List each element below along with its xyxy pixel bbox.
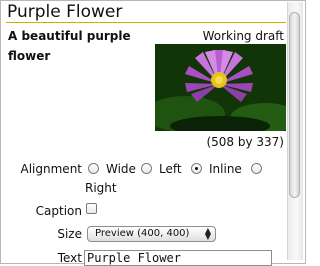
flower-photo[interactable] <box>155 44 286 131</box>
status-label: Working draft <box>202 29 284 43</box>
alignment-wide-label: Wide <box>106 162 136 176</box>
alignment-inline-label: Inline <box>209 162 242 176</box>
alignment-wide-radio[interactable] <box>88 163 99 174</box>
size-label: Size <box>57 227 82 241</box>
caption-label: Caption <box>35 204 82 218</box>
image-dimensions: (508 by 337) <box>206 135 284 149</box>
size-select[interactable]: Preview (400, 400) ▲ ▼ <box>87 226 216 242</box>
alignment-label: Alignment <box>20 162 82 176</box>
purple-water-lily-photo-icon <box>155 44 286 131</box>
caption-checkbox[interactable] <box>86 203 97 214</box>
alignment-left-label: Left <box>159 162 182 176</box>
alignment-inline-radio[interactable] <box>191 163 202 174</box>
alignment-right-label: Right <box>85 181 117 195</box>
page-title: Purple Flower <box>7 2 123 22</box>
page-subtitle: A beautiful purple flower <box>8 29 131 63</box>
size-select-value: Preview (400, 400) <box>95 228 190 239</box>
alignment-right-radio[interactable] <box>251 163 262 174</box>
select-arrows-icon: ▲ ▼ <box>204 226 211 241</box>
title-divider <box>6 22 286 23</box>
scrollbar-thumb[interactable] <box>289 12 300 198</box>
alignment-left-radio[interactable] <box>141 163 152 174</box>
